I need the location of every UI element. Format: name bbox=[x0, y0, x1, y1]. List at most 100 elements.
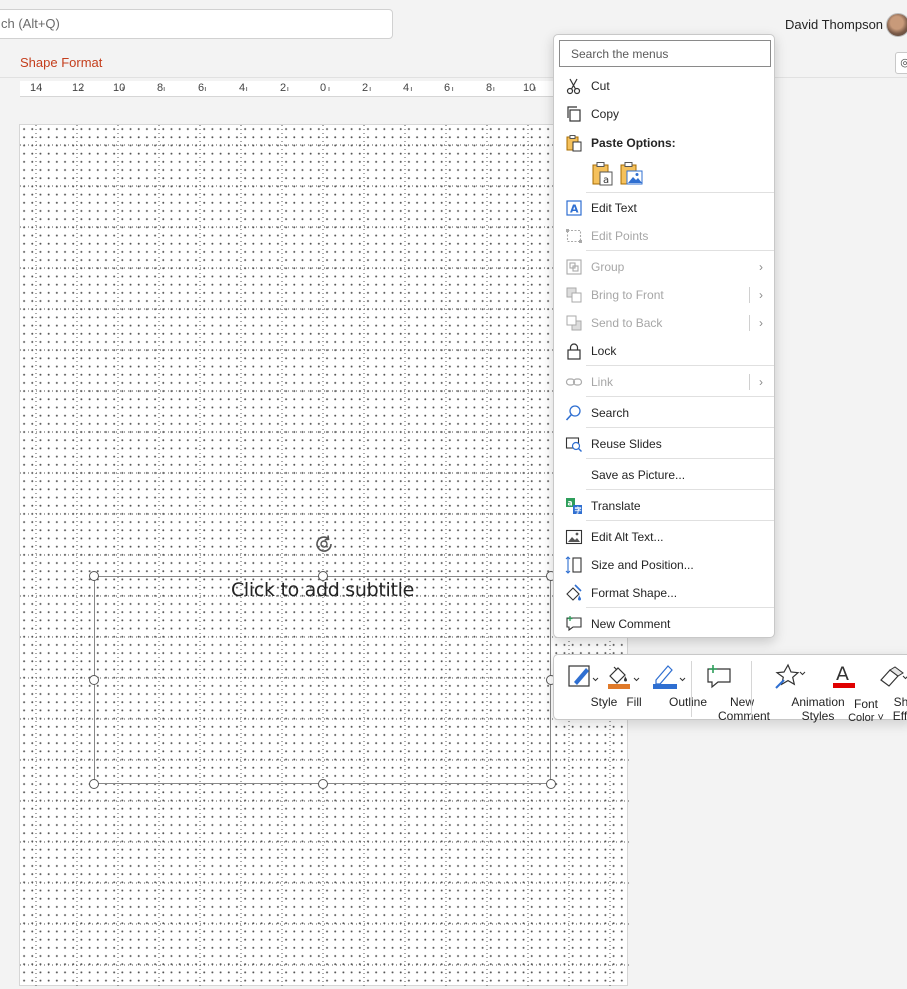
menu-item-paste-options: Paste Options: bbox=[554, 130, 776, 156]
alt-text-icon bbox=[565, 528, 583, 546]
subtitle-placeholder-text[interactable]: Click to add subtitle bbox=[94, 579, 551, 601]
link-icon bbox=[565, 373, 583, 391]
rotate-handle-icon[interactable] bbox=[313, 532, 337, 556]
group-icon bbox=[565, 258, 583, 276]
menu-item-label: Edit Alt Text... bbox=[591, 530, 664, 544]
ruler-label: 6 bbox=[198, 82, 205, 94]
menu-item-size-and-position[interactable]: Size and Position... bbox=[554, 552, 776, 578]
resize-handle-top-left[interactable] bbox=[89, 571, 99, 581]
edit-text-icon: A bbox=[565, 199, 583, 217]
chevron-right-icon: › bbox=[759, 375, 763, 389]
paste-keep-text-icon[interactable]: a bbox=[592, 161, 614, 187]
svg-text:A: A bbox=[570, 203, 579, 216]
shape-effects-icon bbox=[877, 662, 907, 692]
paste-picture-icon[interactable] bbox=[620, 161, 644, 187]
new-comment-icon bbox=[704, 662, 734, 692]
split-divider bbox=[749, 287, 750, 303]
animation-star-icon bbox=[774, 662, 806, 692]
menu-item-reuse-slides[interactable]: Reuse Slides bbox=[554, 431, 776, 457]
menu-item-save-as-picture[interactable]: Save as Picture... bbox=[554, 462, 776, 488]
ruler-label: 6 bbox=[444, 82, 451, 94]
resize-handle-bottom-right[interactable] bbox=[546, 779, 556, 789]
menu-item-label: New Comment bbox=[591, 617, 671, 631]
send-to-back-icon bbox=[565, 314, 583, 332]
font-color-icon: A bbox=[830, 662, 860, 692]
svg-text:字: 字 bbox=[575, 506, 582, 515]
paste-icon bbox=[565, 134, 583, 152]
shape-effects-label-1: Shape bbox=[893, 695, 907, 709]
menu-item-format-shape[interactable]: Format Shape... bbox=[554, 580, 776, 606]
edit-points-icon bbox=[565, 227, 583, 245]
shape-style-icon bbox=[566, 662, 599, 692]
menu-separator bbox=[586, 365, 774, 366]
reuse-slides-icon bbox=[565, 435, 583, 453]
outline-button[interactable]: Outline bbox=[640, 655, 707, 721]
ruler-label: 8 bbox=[486, 82, 493, 94]
menu-item-link: Link › bbox=[554, 369, 776, 395]
copy-icon bbox=[565, 105, 583, 123]
size-position-icon bbox=[565, 556, 583, 574]
menu-item-label: Translate bbox=[591, 499, 641, 513]
resize-handle-left[interactable] bbox=[89, 675, 99, 685]
menu-item-label: Save as Picture... bbox=[591, 468, 686, 482]
new-comment-button[interactable]: New Comment bbox=[694, 655, 770, 723]
menu-item-send-to-back: Send to Back › bbox=[554, 310, 776, 336]
style-button[interactable]: Style bbox=[560, 655, 617, 721]
resize-handle-top[interactable] bbox=[318, 571, 328, 581]
resize-handle-bottom[interactable] bbox=[318, 779, 328, 789]
menu-item-label: Reuse Slides bbox=[591, 437, 662, 451]
font-color-button[interactable]: A Font Color ˅ bbox=[822, 655, 884, 724]
chevron-right-icon: › bbox=[759, 316, 763, 330]
ribbon-corner-button[interactable]: ◎ bbox=[895, 52, 907, 74]
search-icon bbox=[565, 404, 583, 422]
user-name[interactable]: David Thompson bbox=[785, 17, 883, 32]
menu-item-label: Format Shape... bbox=[591, 586, 678, 600]
menu-item-label: Edit Points bbox=[591, 229, 649, 243]
menu-separator bbox=[586, 192, 774, 193]
menu-search-input[interactable]: Search the menus bbox=[559, 40, 771, 67]
animation-styles-button[interactable]: Animation Styles bbox=[756, 655, 845, 723]
menu-item-label: Edit Text bbox=[591, 201, 637, 215]
mini-toolbar: Style Fill Outline New Comment Animation… bbox=[553, 654, 907, 724]
tab-shape-format[interactable]: Shape Format bbox=[20, 55, 102, 70]
menu-separator bbox=[586, 250, 774, 251]
fill-button[interactable]: Fill bbox=[604, 655, 642, 721]
menu-item-label: Link bbox=[591, 375, 614, 389]
menu-item-new-comment[interactable]: New Comment bbox=[554, 611, 776, 637]
menu-item-label: Paste Options: bbox=[591, 136, 676, 150]
ruler-ticks bbox=[40, 87, 536, 91]
toolbar-divider bbox=[691, 661, 692, 717]
menu-item-search[interactable]: Search bbox=[554, 400, 776, 426]
menu-item-edit-text[interactable]: A Edit Text bbox=[554, 195, 776, 221]
svg-text:a: a bbox=[568, 499, 573, 508]
menu-item-label: Bring to Front bbox=[591, 288, 664, 302]
ruler-label: 4 bbox=[403, 82, 410, 94]
subtitle-placeholder-box[interactable] bbox=[94, 576, 551, 784]
menu-item-edit-points: Edit Points bbox=[554, 223, 776, 249]
scissors-icon bbox=[565, 77, 583, 95]
menu-item-copy[interactable]: Copy bbox=[554, 101, 776, 127]
avatar[interactable] bbox=[886, 13, 907, 37]
format-shape-icon bbox=[565, 584, 583, 602]
chevron-right-icon: › bbox=[759, 260, 763, 274]
svg-text:A: A bbox=[836, 663, 849, 685]
menu-item-cut[interactable]: Cut bbox=[554, 73, 776, 99]
menu-item-lock[interactable]: Lock bbox=[554, 338, 776, 364]
search-box[interactable]: ch (Alt+Q) bbox=[0, 9, 393, 39]
ruler-label: 8 bbox=[157, 82, 164, 94]
menu-item-label: Cut bbox=[591, 79, 610, 93]
translate-icon: a字 bbox=[565, 497, 583, 515]
bring-to-front-icon bbox=[565, 286, 583, 304]
menu-item-edit-alt-text[interactable]: Edit Alt Text... bbox=[554, 524, 776, 550]
menu-item-label: Send to Back bbox=[591, 316, 663, 330]
resize-handle-bottom-left[interactable] bbox=[89, 779, 99, 789]
svg-text:a: a bbox=[603, 175, 609, 186]
menu-separator bbox=[586, 458, 774, 459]
split-divider bbox=[749, 315, 750, 331]
shape-effects-button[interactable]: Shape Effects bbox=[867, 655, 907, 723]
chevron-right-icon: › bbox=[759, 288, 763, 302]
menu-item-translate[interactable]: a字 Translate bbox=[554, 493, 776, 519]
context-menu: Search the menus Cut Copy Paste Options:… bbox=[553, 34, 775, 638]
menu-separator bbox=[586, 396, 774, 397]
menu-separator bbox=[586, 489, 774, 490]
